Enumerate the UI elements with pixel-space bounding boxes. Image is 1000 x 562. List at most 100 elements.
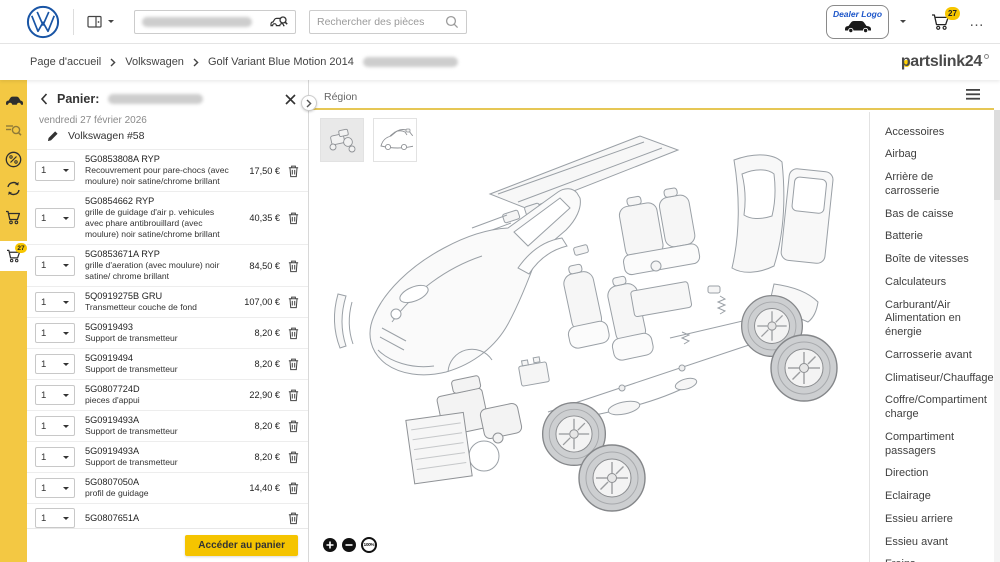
dealer-logo-label: Dealer Logo xyxy=(833,10,882,19)
active-cart-panel-tab[interactable]: 27 xyxy=(0,241,27,271)
item-price: 22,90 € xyxy=(234,390,280,400)
delete-item-button[interactable] xyxy=(287,388,300,402)
region-menu-tab[interactable] xyxy=(952,80,994,108)
delete-item-button[interactable] xyxy=(287,357,300,371)
chevron-right-icon xyxy=(110,58,116,67)
chevron-down-icon xyxy=(63,301,69,307)
hamburger-icon xyxy=(966,89,980,100)
category-item[interactable]: Carburant/Air Alimentation en énergie xyxy=(885,294,990,344)
breadcrumb-model[interactable]: Golf Variant Blue Motion 2014 xyxy=(208,56,354,68)
quantity-select[interactable]: 1 xyxy=(35,292,75,312)
cart-item-row: 1 5G0919493 Support de transmetteur 8,20… xyxy=(27,318,308,349)
quantity-select[interactable]: 1 xyxy=(35,508,75,528)
cart-panel: Panier: vendredi 27 février 2026 Volkswa… xyxy=(27,80,309,562)
quantity-select[interactable]: 1 xyxy=(35,478,75,498)
dealer-logo-button[interactable]: Dealer Logo xyxy=(826,5,889,39)
category-item[interactable]: Batterie xyxy=(885,226,990,249)
scrollbar-thumb[interactable] xyxy=(994,110,1000,200)
cart-item-row: 1 5G0807050A profil de guidage 14,40 € xyxy=(27,473,308,504)
part-description: Support de transmetteur xyxy=(85,457,230,468)
category-item[interactable]: Calculateurs xyxy=(885,271,990,294)
zoom-reset-button[interactable]: 100% xyxy=(361,537,377,553)
quantity-select[interactable]: 1 xyxy=(35,256,75,276)
delete-item-button[interactable] xyxy=(287,511,300,525)
dealer-dropdown-caret[interactable] xyxy=(900,20,906,26)
delete-item-button[interactable] xyxy=(287,164,300,178)
discount-icon[interactable] xyxy=(5,150,23,168)
back-icon[interactable] xyxy=(40,93,48,105)
close-icon[interactable] xyxy=(285,94,296,105)
chassis-thumb-icon xyxy=(325,125,359,155)
more-menu-button[interactable]: … xyxy=(969,13,985,30)
returns-exchange-icon[interactable] xyxy=(5,179,23,197)
quantity-select[interactable]: 1 xyxy=(35,354,75,374)
category-item[interactable]: Arrière de carrosserie xyxy=(885,167,990,204)
vehicle-icon[interactable] xyxy=(5,92,23,110)
top-header: Dealer Logo 27 … xyxy=(0,0,1000,44)
cart-count-badge: 27 xyxy=(945,7,960,20)
parts-search-field[interactable] xyxy=(309,10,467,34)
minus-icon xyxy=(345,541,353,549)
category-item[interactable]: Boîte de vitesses xyxy=(885,249,990,272)
delete-item-button[interactable] xyxy=(287,295,300,309)
category-item[interactable]: Coffre/Compartiment charge xyxy=(885,390,990,427)
part-description: profil de guidage xyxy=(85,488,230,499)
zoom-out-button[interactable] xyxy=(342,538,356,552)
collapse-panel-toggle[interactable] xyxy=(301,95,317,111)
body-thumb-icon xyxy=(377,126,413,154)
search-icon[interactable] xyxy=(445,15,459,29)
cart-item-row: 1 5G0854662 RYP grille de guidage d'air … xyxy=(27,192,308,245)
cart-vehicle-row: Volkswagen #58 xyxy=(27,126,308,150)
thumbnail-chassis-view[interactable] xyxy=(320,118,364,162)
delete-item-button[interactable] xyxy=(287,326,300,340)
breadcrumb-home[interactable]: Page d'accueil xyxy=(30,56,101,68)
item-info: 5G0807724D pieces d'appui xyxy=(75,384,234,406)
cart-item-row: 1 5G0807724D pieces d'appui 22,90 € xyxy=(27,380,308,411)
item-info: 5Q0919275B GRU Transmetteur couche de fo… xyxy=(75,291,234,313)
quantity-select[interactable]: 1 xyxy=(35,161,75,181)
search-parts-icon[interactable] xyxy=(5,121,23,139)
item-info: 5G0919493A Support de transmetteur xyxy=(75,415,234,437)
header-cart-button[interactable]: 27 xyxy=(931,13,952,31)
category-item[interactable]: Compartiment passagers xyxy=(885,426,990,463)
vin-search-input[interactable] xyxy=(134,10,296,34)
category-item[interactable]: Essieu avant xyxy=(885,531,990,554)
category-item[interactable]: Climatiseur/Chauffage xyxy=(885,367,990,390)
catalog-menu-button[interactable] xyxy=(87,15,114,29)
category-list: Accessoires Airbag Arrière de carrosseri… xyxy=(869,112,994,562)
quantity-value: 1 xyxy=(41,513,46,524)
category-item[interactable]: Carrosserie avant xyxy=(885,344,990,367)
category-item[interactable]: Freins xyxy=(885,554,990,562)
header-actions: Dealer Logo 27 … xyxy=(826,5,985,39)
edit-pencil-icon[interactable] xyxy=(47,130,59,142)
category-item[interactable]: Direction xyxy=(885,463,990,486)
delete-item-button[interactable] xyxy=(287,419,300,433)
cart-icon[interactable] xyxy=(5,208,23,226)
quantity-select[interactable]: 1 xyxy=(35,323,75,343)
go-to-cart-button[interactable]: Accéder au panier xyxy=(185,535,298,556)
vw-logo[interactable] xyxy=(26,5,60,39)
category-item[interactable]: Eclairage xyxy=(885,486,990,509)
item-price: 8,20 € xyxy=(234,421,280,431)
category-item[interactable]: Essieu arriere xyxy=(885,508,990,531)
quantity-select[interactable]: 1 xyxy=(35,385,75,405)
parts-search-input[interactable] xyxy=(317,16,445,28)
car-search-icon[interactable] xyxy=(270,15,288,29)
quantity-select[interactable]: 1 xyxy=(35,208,75,228)
category-item[interactable]: Bas de caisse xyxy=(885,203,990,226)
item-price: 17,50 € xyxy=(234,166,280,176)
delete-item-button[interactable] xyxy=(287,211,300,225)
exploded-car-diagram[interactable] xyxy=(322,116,867,518)
chevron-right-icon xyxy=(193,58,199,67)
quantity-select[interactable]: 1 xyxy=(35,416,75,436)
delete-item-button[interactable] xyxy=(287,450,300,464)
delete-item-button[interactable] xyxy=(287,481,300,495)
thumbnail-body-view[interactable] xyxy=(373,118,417,162)
zoom-in-button[interactable] xyxy=(323,538,337,552)
breadcrumb-brand[interactable]: Volkswagen xyxy=(125,56,184,68)
quantity-select[interactable]: 1 xyxy=(35,447,75,467)
cart-item-row: 1 5G0919493A Support de transmetteur 8,2… xyxy=(27,411,308,442)
delete-item-button[interactable] xyxy=(287,259,300,273)
category-item[interactable]: Airbag xyxy=(885,144,990,167)
category-item[interactable]: Accessoires xyxy=(885,121,990,144)
